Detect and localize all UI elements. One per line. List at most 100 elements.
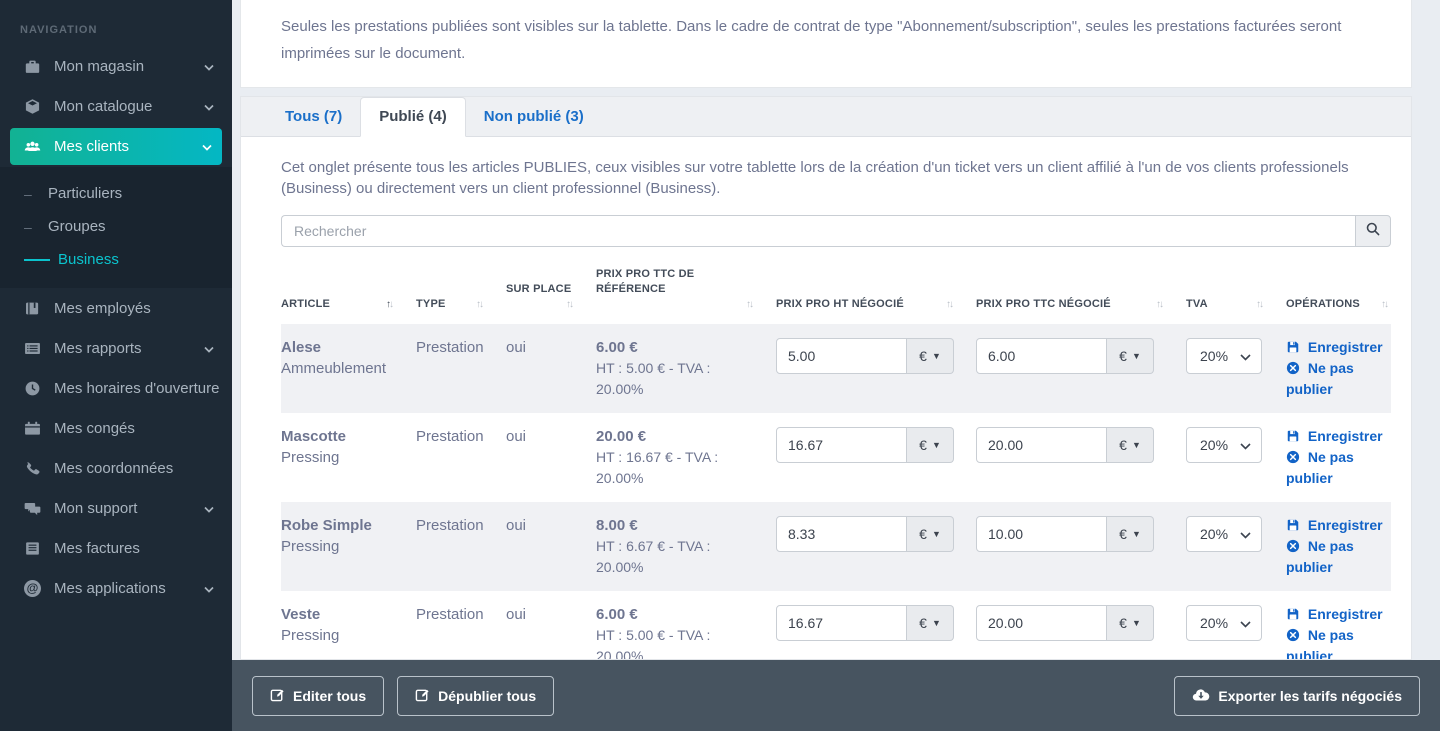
sidebar-item-label: Mon support bbox=[54, 499, 138, 517]
ht-negocie-cell: €▼ bbox=[776, 426, 976, 463]
tab-non-publie[interactable]: Non publié (3) bbox=[466, 98, 602, 136]
ht-negocie-cell: €▼ bbox=[776, 337, 976, 374]
ht-negocie-input[interactable] bbox=[776, 516, 907, 552]
sidebar-item-particuliers[interactable]: – Particuliers bbox=[0, 177, 232, 210]
ht-negocie-input[interactable] bbox=[776, 605, 907, 641]
tab-publie[interactable]: Publié (4) bbox=[360, 97, 466, 137]
currency-dropdown-button[interactable]: € ▼ bbox=[907, 605, 954, 641]
tva-select[interactable]: 20% bbox=[1186, 427, 1262, 463]
ttc-negocie-input[interactable] bbox=[976, 516, 1107, 552]
sidebar-item-mes-factures[interactable]: Mes factures bbox=[0, 528, 232, 568]
submenu-item-label: Particuliers bbox=[48, 185, 123, 202]
sort-icon[interactable]: ↑↓ bbox=[1375, 297, 1389, 312]
chevron-down-icon bbox=[204, 580, 214, 597]
sidebar-item-mes-applications[interactable]: @ Mes applications bbox=[0, 568, 232, 608]
article-category: Pressing bbox=[281, 538, 340, 555]
search-button[interactable] bbox=[1355, 215, 1391, 247]
save-link[interactable]: Enregistrer bbox=[1286, 517, 1383, 533]
edit-icon bbox=[415, 687, 430, 705]
caret-down-icon: ▼ bbox=[931, 440, 941, 450]
sort-icon[interactable]: ↑↓ bbox=[470, 297, 484, 312]
sidebar-item-groupes[interactable]: – Groupes bbox=[0, 210, 232, 243]
article-cell: Robe Simple Pressing bbox=[281, 515, 416, 557]
table-header: ARTICLE ↑↓ TYPE ↑↓ SUR PLACE ↑↓ PRIX PRO TT… bbox=[281, 259, 1391, 324]
chevron-down-icon bbox=[1240, 613, 1251, 634]
save-link[interactable]: Enregistrer bbox=[1286, 428, 1383, 444]
chevron-down-icon bbox=[1240, 524, 1251, 545]
sur-place-value: oui bbox=[506, 606, 527, 623]
ref-price-cell: 6.00 € HT : 5.00 € - TVA : 20.00% bbox=[596, 604, 776, 659]
currency-dropdown-button[interactable]: € ▼ bbox=[907, 338, 954, 374]
tva-select[interactable]: 20% bbox=[1186, 516, 1262, 552]
unpublish-all-label: Dépublier tous bbox=[438, 687, 537, 704]
save-link[interactable]: Enregistrer bbox=[1286, 606, 1383, 622]
info-note: Seules les prestations publiées sont vis… bbox=[240, 0, 1412, 88]
sort-icon[interactable]: ↑↓ bbox=[940, 297, 954, 312]
sidebar-item-mon-magasin[interactable]: Mon magasin bbox=[0, 46, 232, 86]
caret-down-icon: ▼ bbox=[931, 618, 941, 628]
operations-cell: Enregistrer Ne pas publier bbox=[1286, 604, 1391, 659]
unpublish-all-button[interactable]: Dépublier tous bbox=[397, 675, 555, 716]
currency-label: € bbox=[919, 526, 927, 542]
currency-dropdown-button[interactable]: € ▼ bbox=[1107, 605, 1154, 641]
unpublish-link[interactable]: Ne pas publier bbox=[1286, 627, 1354, 659]
save-link[interactable]: Enregistrer bbox=[1286, 339, 1383, 355]
save-label: Enregistrer bbox=[1304, 606, 1383, 622]
calendar-icon bbox=[24, 420, 41, 437]
sidebar-item-mes-horaires[interactable]: Mes horaires d'ouverture bbox=[0, 368, 232, 408]
sidebar-item-mes-employes[interactable]: Mes employés bbox=[0, 288, 232, 328]
tva-cell: 20% bbox=[1186, 426, 1286, 463]
ref-price-ttc: 6.00 € bbox=[596, 606, 638, 623]
operations-cell: Enregistrer Ne pas publier bbox=[1286, 515, 1391, 578]
sort-icon[interactable]: ↑↓ bbox=[1150, 297, 1164, 312]
ttc-negocie-input[interactable] bbox=[976, 605, 1107, 641]
currency-dropdown-button[interactable]: € ▼ bbox=[1107, 516, 1154, 552]
currency-dropdown-button[interactable]: € ▼ bbox=[907, 427, 954, 463]
sidebar-item-mes-clients[interactable]: Mes clients bbox=[10, 128, 222, 165]
table-row: Robe Simple Pressing Prestation oui 8.00… bbox=[281, 502, 1391, 591]
sidebar-item-mes-rapports[interactable]: Mes rapports bbox=[0, 328, 232, 368]
edit-all-button[interactable]: Editer tous bbox=[252, 675, 385, 716]
sort-icon[interactable]: ↑↓ bbox=[380, 297, 394, 312]
ttc-negocie-input[interactable] bbox=[976, 338, 1107, 374]
sort-icon[interactable]: ↑↓ bbox=[560, 297, 574, 312]
caret-down-icon: ▼ bbox=[931, 529, 941, 539]
sidebar-item-mes-conges[interactable]: Mes congés bbox=[0, 408, 232, 448]
search-icon bbox=[1365, 221, 1381, 242]
sidebar-item-label: Mes employés bbox=[54, 299, 151, 317]
ref-price-cell: 8.00 € HT : 6.67 € - TVA : 20.00% bbox=[596, 515, 776, 578]
article-type: Prestation bbox=[416, 517, 484, 534]
submenu-item-label: Groupes bbox=[48, 218, 106, 235]
article-type: Prestation bbox=[416, 339, 484, 356]
sort-icon[interactable]: ↑↓ bbox=[740, 297, 754, 312]
sidebar-item-mon-catalogue[interactable]: Mon catalogue bbox=[0, 86, 232, 126]
unpublish-link[interactable]: Ne pas publier bbox=[1286, 449, 1354, 486]
currency-dropdown-button[interactable]: € ▼ bbox=[907, 516, 954, 552]
currency-dropdown-button[interactable]: € ▼ bbox=[1107, 427, 1154, 463]
unpublish-link[interactable]: Ne pas publier bbox=[1286, 538, 1354, 575]
ttc-negocie-input[interactable] bbox=[976, 427, 1107, 463]
caret-down-icon: ▼ bbox=[1131, 440, 1141, 450]
sidebar-item-mes-coordonnees[interactable]: Mes coordonnées bbox=[0, 448, 232, 488]
tva-select[interactable]: 20% bbox=[1186, 605, 1262, 641]
operations-cell: Enregistrer Ne pas publier bbox=[1286, 426, 1391, 489]
ht-negocie-input[interactable] bbox=[776, 338, 907, 374]
sidebar-item-label: Mes clients bbox=[54, 138, 130, 155]
export-button[interactable]: Exporter les tarifs négociés bbox=[1174, 675, 1420, 716]
table-row: Veste Pressing Prestation oui 6.00 € HT … bbox=[281, 591, 1391, 659]
unpublish-link[interactable]: Ne pas publier bbox=[1286, 360, 1354, 397]
tab-tous[interactable]: Tous (7) bbox=[267, 98, 360, 136]
currency-dropdown-button[interactable]: € ▼ bbox=[1107, 338, 1154, 374]
search-input[interactable] bbox=[281, 215, 1355, 247]
ref-price-ttc: 20.00 € bbox=[596, 428, 647, 445]
tva-select[interactable]: 20% bbox=[1186, 338, 1262, 374]
tva-value: 20% bbox=[1200, 436, 1229, 453]
column-header: ARTICLE bbox=[281, 298, 331, 310]
sidebar-item-business[interactable]: Business bbox=[0, 243, 232, 276]
article-name: Robe Simple bbox=[281, 517, 372, 534]
sort-icon[interactable]: ↑↓ bbox=[1250, 297, 1264, 312]
ht-negocie-input[interactable] bbox=[776, 427, 907, 463]
currency-label: € bbox=[1119, 526, 1127, 542]
sidebar-item-label: Mes coordonnées bbox=[54, 459, 174, 477]
sidebar-item-mon-support[interactable]: Mon support bbox=[0, 488, 232, 528]
